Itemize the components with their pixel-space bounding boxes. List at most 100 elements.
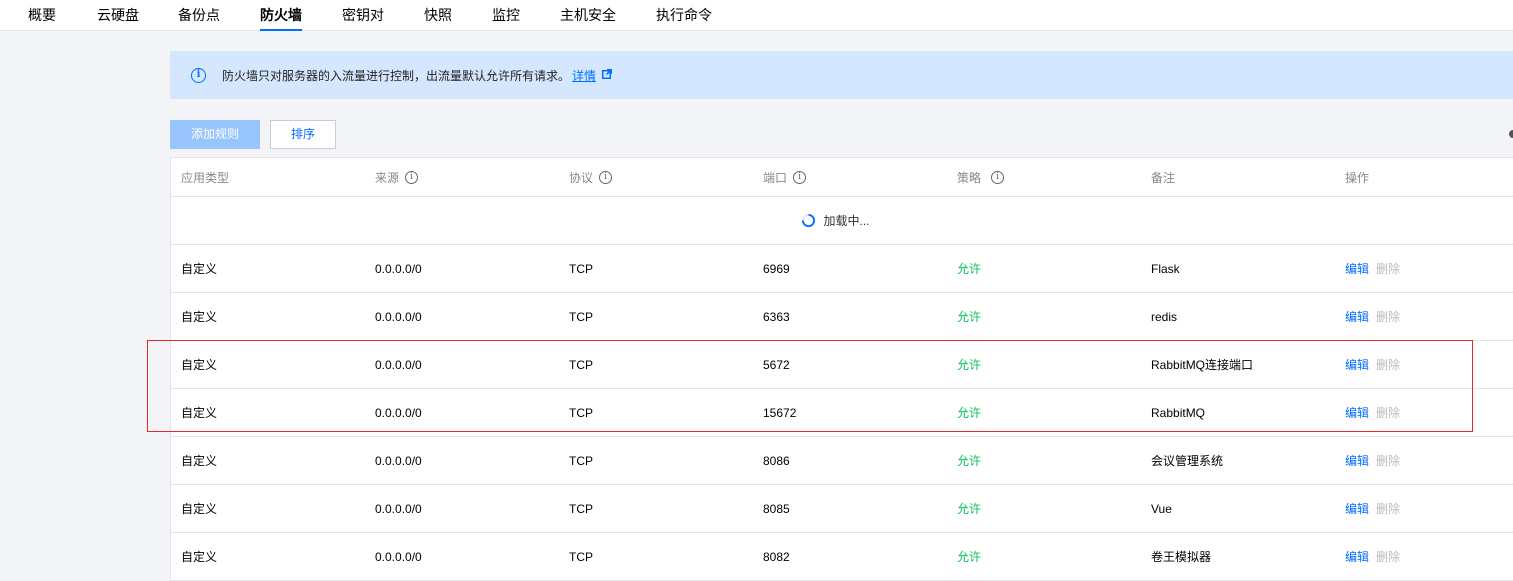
- cell-type: 自定义: [181, 262, 218, 276]
- firewall-rules-table: 应用类型 来源 i 协议 i 端口 i 策略 i 备注 操作 加载中... 自定义 0.0…: [170, 157, 1513, 581]
- header-protocol: 协议 i: [569, 158, 613, 196]
- cell-protocol: TCP: [569, 453, 593, 468]
- header-type: 应用类型: [181, 170, 230, 185]
- tab-monitor[interactable]: 监控: [492, 0, 520, 31]
- table-row: 自定义 0.0.0.0/0 TCP 8082 允许 卷王模拟器 编辑 删除: [171, 533, 1513, 581]
- tab-firewall[interactable]: 防火墙: [260, 0, 302, 31]
- cell-type: 自定义: [181, 502, 218, 516]
- edit-button[interactable]: 编辑: [1345, 260, 1369, 277]
- header-note: 备注: [1151, 170, 1176, 185]
- header-action: 操作: [1345, 170, 1370, 185]
- delete-button[interactable]: 删除: [1376, 548, 1400, 565]
- cell-protocol: TCP: [569, 549, 593, 564]
- edit-button[interactable]: 编辑: [1345, 404, 1369, 421]
- sort-button[interactable]: 排序: [270, 120, 336, 149]
- cell-note: RabbitMQ: [1151, 405, 1206, 420]
- cell-type: 自定义: [181, 550, 218, 564]
- tab-snapshot[interactable]: 快照: [424, 0, 452, 31]
- cell-protocol: TCP: [569, 357, 593, 372]
- delete-button[interactable]: 删除: [1376, 452, 1400, 469]
- loading-row: 加载中...: [171, 197, 1513, 245]
- question-circle-icon[interactable]: i: [991, 170, 1005, 184]
- table-row: 自定义 0.0.0.0/0 TCP 8085 允许 Vue 编辑 删除: [171, 485, 1513, 533]
- tab-cloud-disk[interactable]: 云硬盘: [97, 0, 139, 31]
- cell-protocol: TCP: [569, 309, 593, 324]
- cell-note: redis: [1151, 309, 1178, 324]
- cell-source: 0.0.0.0/0: [375, 357, 422, 372]
- cell-actions: 编辑 删除: [1345, 293, 1400, 340]
- cell-note: 会议管理系统: [1151, 454, 1224, 468]
- cell-type: 自定义: [181, 310, 218, 324]
- cell-port: 8082: [763, 549, 790, 564]
- cell-policy: 允许: [957, 502, 982, 516]
- cell-policy: 允许: [957, 406, 982, 420]
- table-row: 自定义 0.0.0.0/0 TCP 8086 允许 会议管理系统 编辑 删除: [171, 437, 1513, 485]
- cell-policy: 允许: [957, 454, 982, 468]
- cell-policy: 允许: [957, 550, 982, 564]
- spinner-icon: [802, 213, 816, 228]
- tab-host-security[interactable]: 主机安全: [560, 0, 616, 31]
- cell-source: 0.0.0.0/0: [375, 309, 422, 324]
- table-row: 自定义 0.0.0.0/0 TCP 6969 允许 Flask 编辑 删除: [171, 245, 1513, 293]
- details-link[interactable]: 详情: [572, 67, 596, 84]
- info-circle-icon: i: [191, 67, 206, 83]
- cell-port: 8085: [763, 501, 790, 516]
- table-row: 自定义 0.0.0.0/0 TCP 15672 允许 RabbitMQ 编辑 删除: [171, 389, 1513, 437]
- cell-type: 自定义: [181, 358, 218, 372]
- edit-button[interactable]: 编辑: [1345, 500, 1369, 517]
- edit-button[interactable]: 编辑: [1345, 308, 1369, 325]
- loading-text: 加载中...: [823, 214, 870, 228]
- delete-button[interactable]: 删除: [1376, 356, 1400, 373]
- cell-source: 0.0.0.0/0: [375, 453, 422, 468]
- cell-actions: 编辑 删除: [1345, 341, 1400, 388]
- cell-source: 0.0.0.0/0: [375, 501, 422, 516]
- info-notice: i 防火墙只对服务器的入流量进行控制，出流量默认允许所有请求。 详情: [170, 51, 1513, 99]
- tab-overview[interactable]: 概要: [28, 0, 56, 31]
- cell-actions: 编辑 删除: [1345, 245, 1400, 292]
- question-circle-icon[interactable]: i: [599, 170, 613, 184]
- cell-policy: 允许: [957, 262, 982, 276]
- delete-button[interactable]: 删除: [1376, 260, 1400, 277]
- tab-run-command[interactable]: 执行命令: [656, 0, 712, 31]
- cell-port: 8086: [763, 453, 790, 468]
- cell-port: 6363: [763, 309, 790, 324]
- add-rule-button[interactable]: 添加规则: [170, 120, 260, 149]
- cell-port: 5672: [763, 357, 790, 372]
- cell-note: RabbitMQ连接端口: [1151, 358, 1254, 372]
- cell-port: 15672: [763, 405, 797, 420]
- delete-button[interactable]: 删除: [1376, 404, 1400, 421]
- cell-source: 0.0.0.0/0: [375, 261, 422, 276]
- cell-actions: 编辑 删除: [1345, 485, 1400, 532]
- delete-button[interactable]: 删除: [1376, 500, 1400, 517]
- tab-keypair[interactable]: 密钥对: [342, 0, 384, 31]
- cell-source: 0.0.0.0/0: [375, 405, 422, 420]
- cell-type: 自定义: [181, 454, 218, 468]
- cell-source: 0.0.0.0/0: [375, 549, 422, 564]
- table-header: 应用类型 来源 i 协议 i 端口 i 策略 i 备注 操作: [171, 158, 1513, 197]
- delete-button[interactable]: 删除: [1376, 308, 1400, 325]
- cell-protocol: TCP: [569, 501, 593, 516]
- cell-actions: 编辑 删除: [1345, 437, 1400, 484]
- notice-text: 防火墙只对服务器的入流量进行控制，出流量默认允许所有请求。: [222, 68, 571, 83]
- settings-icon[interactable]: [1509, 130, 1513, 138]
- tab-bar: 概要 云硬盘 备份点 防火墙 密钥对 快照 监控 主机安全 执行命令: [0, 0, 1513, 31]
- cell-actions: 编辑 删除: [1345, 533, 1400, 580]
- edit-button[interactable]: 编辑: [1345, 548, 1369, 565]
- cell-port: 6969: [763, 261, 790, 276]
- edit-button[interactable]: 编辑: [1345, 356, 1369, 373]
- question-circle-icon[interactable]: i: [405, 170, 419, 184]
- edit-button[interactable]: 编辑: [1345, 452, 1369, 469]
- cell-type: 自定义: [181, 406, 218, 420]
- header-policy: 策略 i: [957, 158, 1005, 196]
- cell-actions: 编辑 删除: [1345, 389, 1400, 436]
- cell-protocol: TCP: [569, 405, 593, 420]
- header-port: 端口 i: [763, 158, 807, 196]
- table-row: 自定义 0.0.0.0/0 TCP 5672 允许 RabbitMQ连接端口 编辑 删除: [171, 341, 1513, 389]
- tab-backup[interactable]: 备份点: [178, 0, 220, 31]
- question-circle-icon[interactable]: i: [793, 170, 807, 184]
- cell-protocol: TCP: [569, 261, 593, 276]
- cell-note: 卷王模拟器: [1151, 550, 1212, 564]
- cell-note: Flask: [1151, 261, 1180, 276]
- external-link-icon[interactable]: [602, 68, 613, 82]
- cell-policy: 允许: [957, 310, 982, 324]
